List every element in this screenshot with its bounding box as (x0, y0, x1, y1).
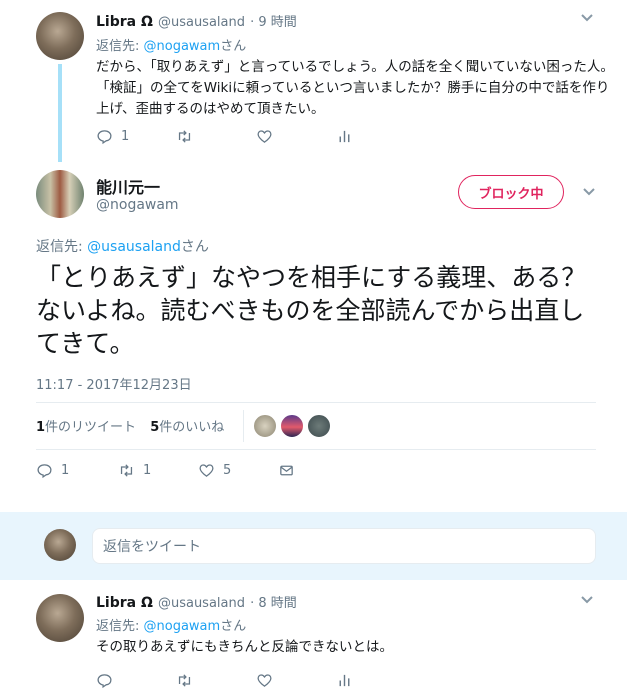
reply-suffix: さん (220, 39, 247, 54)
user-handle[interactable]: @nogawam (96, 197, 179, 213)
user-handle[interactable]: @usausaland (158, 15, 245, 30)
retweet-stat[interactable]: 1件のリツイート (36, 420, 136, 435)
reply-to-handle[interactable]: @nogawam (144, 39, 221, 54)
like-stat[interactable]: 5件のいいね (150, 420, 224, 435)
avatar[interactable] (36, 12, 84, 60)
reply-button[interactable] (96, 672, 113, 689)
retweet-icon (178, 130, 191, 143)
reply-suffix: さん (180, 239, 209, 255)
tweet-time[interactable]: · 8 時間 (250, 596, 297, 611)
retweet-icon (120, 464, 133, 477)
tweet-actions (96, 672, 396, 692)
reply-to-line: 返信先: @nogawamさん (96, 615, 246, 634)
tweet-text: その取りあえずにもきちんと反論できないとは。 (96, 639, 393, 655)
reply-input[interactable]: 返信をツイート (92, 528, 596, 564)
user-name[interactable]: Libra (96, 14, 141, 30)
retweet-button[interactable] (176, 672, 193, 689)
retweet-button[interactable]: 1 (118, 462, 151, 479)
heart-icon (257, 674, 272, 687)
divider (36, 402, 596, 403)
reply-prefix: 返信先: (96, 39, 144, 54)
like-count: 5 (223, 463, 232, 478)
avatar[interactable] (36, 170, 84, 218)
reply-count: 1 (61, 463, 70, 478)
direct-message-button[interactable] (278, 462, 295, 479)
reply-icon (97, 674, 112, 689)
liker-avatar[interactable] (280, 414, 304, 438)
tweet-actions: 1 (96, 128, 396, 148)
retweets-count: 1 (36, 420, 46, 435)
analytics-icon (339, 130, 350, 143)
like-button[interactable] (256, 672, 273, 689)
reply-icon (97, 130, 112, 145)
retweets-label: 件のリツイート (45, 420, 137, 435)
likes-count: 5 (150, 420, 160, 435)
liker-avatar[interactable] (253, 414, 277, 438)
analytics-button[interactable] (336, 128, 353, 145)
tweet-actions: 1 1 5 (36, 462, 336, 482)
analytics-icon (339, 674, 350, 687)
retweet-count: 1 (143, 463, 152, 478)
liker-avatar[interactable] (307, 414, 331, 438)
omega-glyph: Ω (140, 595, 153, 611)
reply-to-line: 返信先: @nogawamさん (96, 35, 246, 54)
user-handle[interactable]: @usausaland (158, 596, 245, 611)
reply-button[interactable]: 1 (36, 462, 69, 479)
tweet-stats: 1件のリツイート 5件のいいね (36, 416, 224, 435)
retweet-icon (178, 674, 191, 687)
reply-suffix: さん (220, 619, 247, 634)
reply-count: 1 (121, 129, 130, 144)
like-button[interactable] (256, 128, 273, 145)
blocked-button[interactable]: ブロック中 (458, 175, 564, 209)
likes-label: 件のいいね (159, 420, 225, 435)
omega-glyph: Ω (140, 14, 153, 30)
avatar (44, 529, 76, 561)
analytics-button[interactable] (336, 672, 353, 689)
user-name[interactable]: 能川元一 (96, 174, 160, 198)
chevron-down-icon[interactable] (582, 186, 596, 200)
reply-composer: 返信をツイート (0, 512, 627, 580)
user-name[interactable]: Libra (96, 595, 141, 611)
envelope-icon (280, 465, 293, 476)
chevron-down-icon[interactable] (580, 12, 594, 26)
tweet-text: だから、「取りあえず」と言っているでしょう。人の話を全く聞いていない困った人。「… (96, 59, 614, 117)
thread-line (58, 64, 62, 162)
likers-avatars (253, 414, 331, 438)
tweet-timestamp[interactable]: 11:17 - 2017年12月23日 (36, 374, 192, 393)
reply-prefix: 返信先: (36, 239, 88, 255)
reply-icon (37, 464, 52, 479)
divider (36, 449, 596, 450)
avatar[interactable] (36, 594, 84, 642)
reply-to-handle[interactable]: @usausaland (87, 239, 181, 255)
tweet-text: 「とりあえず」なやつを相手にする義理、ある？ ないよね。読むべきものを全部読んで… (36, 263, 612, 358)
reply-prefix: 返信先: (96, 619, 144, 634)
heart-icon (199, 464, 214, 477)
reply-to-line: 返信先: @usausalandさん (36, 236, 209, 256)
reply-to-handle[interactable]: @nogawam (144, 619, 221, 634)
reply-button[interactable]: 1 (96, 128, 129, 145)
chevron-down-icon[interactable] (580, 594, 594, 608)
heart-icon (257, 130, 272, 143)
retweet-button[interactable] (176, 128, 193, 145)
tweet-time[interactable]: · 9 時間 (250, 15, 297, 30)
like-button[interactable]: 5 (198, 462, 231, 479)
tweet-header: Libra Ω @usausaland · 8 時間 (96, 592, 297, 611)
tweet-header: Libra Ω @usausaland · 9 時間 (96, 11, 297, 30)
stats-separator (243, 410, 244, 442)
